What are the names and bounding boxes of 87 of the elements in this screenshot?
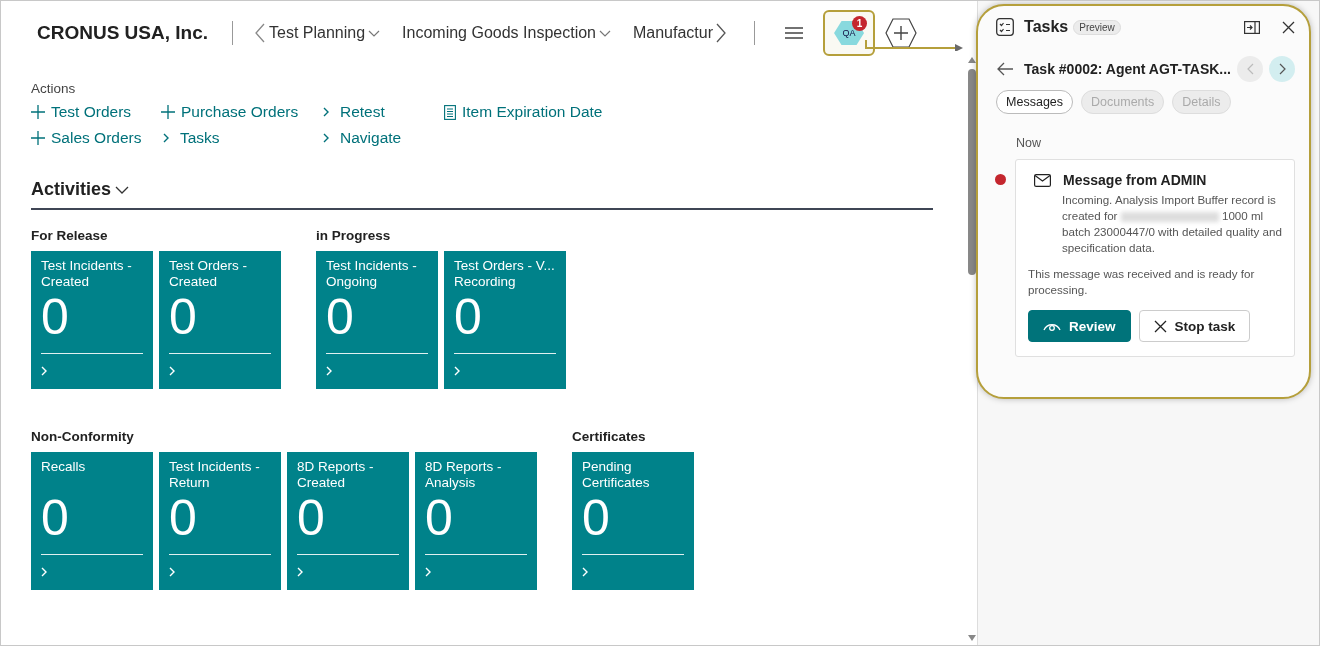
chevron-right-icon (326, 366, 333, 376)
chevron-right-icon (41, 567, 48, 577)
group-title: Certificates (572, 429, 647, 444)
tile-label: Test Incidents - Created (41, 258, 133, 290)
group-title: For Release (31, 228, 109, 243)
chevron-right-icon (1278, 63, 1286, 75)
action-link[interactable]: Sales Orders (31, 129, 161, 147)
cue-tile[interactable]: Test Incidents - Created 0 (31, 251, 153, 389)
tile-value: 0 (326, 290, 355, 344)
status-text: This message was received and is ready for processing. (1028, 266, 1256, 298)
review-button[interactable]: Review (1028, 310, 1131, 342)
chevron-left-icon (1246, 63, 1254, 75)
tile-label: Recalls (41, 459, 87, 476)
action-link[interactable]: Item Expiration Date (444, 103, 933, 121)
section-label: Actions (31, 81, 77, 96)
timestamp: Now (1016, 136, 1043, 150)
cue-tile[interactable]: Test Incidents - Return 0 (159, 452, 281, 590)
group-title: Non-Conformity (31, 429, 135, 444)
add-agent-button[interactable] (885, 18, 918, 48)
plus-icon (885, 18, 918, 48)
tile-value: 0 (41, 491, 70, 545)
close-icon (1153, 319, 1167, 333)
nav-menu-item[interactable]: Test Planning (269, 24, 381, 42)
chevron-right-icon (163, 133, 170, 143)
scroll-left-icon[interactable] (255, 23, 266, 43)
cue-tile[interactable]: 8D Reports - Created 0 (287, 452, 409, 590)
cue-tile[interactable]: Pending Certificates 0 (572, 452, 694, 590)
back-icon[interactable] (996, 62, 1015, 76)
chevron-right-icon (323, 107, 330, 117)
dock-icon[interactable] (1244, 20, 1260, 34)
tile-value: 0 (425, 491, 454, 545)
company-name[interactable]: CRONUS USA, Inc. (37, 22, 209, 44)
document-icon (444, 104, 456, 120)
tile-label: Test Incidents - Ongoing (326, 258, 418, 290)
checklist-icon (996, 18, 1015, 36)
cue-tile[interactable]: Test Incidents - Ongoing 0 (316, 251, 438, 389)
action-link[interactable]: Purchase Orders (161, 103, 321, 121)
message-title: Message from ADMIN (1063, 172, 1207, 188)
action-link[interactable]: Test Orders (31, 103, 161, 121)
stop-task-button[interactable]: Stop task (1138, 310, 1251, 342)
tile-label: 8D Reports - Created (297, 459, 375, 491)
chevron-right-icon (454, 366, 461, 376)
task-title: Task #0002: Agent AGT-TASK... (1024, 61, 1231, 77)
tile-label: Test Orders - Created (169, 258, 248, 290)
nav-menu-item[interactable]: Incoming Goods Inspection (402, 24, 611, 42)
tile-value: 0 (297, 491, 326, 545)
chevron-right-icon (297, 567, 304, 577)
tile-value: 0 (582, 491, 611, 545)
tile-label: Pending Certificates (582, 459, 651, 491)
message-body: Incoming. Analysis Import Buffer record is created for 1000 ml batch 23000447/0 with detailed quality and specification data. (1062, 192, 1282, 256)
menu-icon[interactable] (785, 27, 804, 39)
chevron-right-icon (582, 567, 589, 577)
tile-value: 0 (41, 290, 70, 344)
group-title: in Progress (316, 228, 392, 243)
close-icon[interactable] (1282, 20, 1295, 34)
agent-button[interactable]: QA 1 (823, 10, 876, 56)
cue-tile[interactable]: Recalls 0 (31, 452, 153, 590)
action-link[interactable]: Navigate (321, 129, 444, 147)
chevron-right-icon (169, 366, 176, 376)
scroll-right-icon[interactable] (716, 23, 727, 43)
envelope-icon (1034, 173, 1052, 187)
chevron-down-icon (115, 186, 130, 195)
tile-value: 0 (169, 290, 198, 344)
nav-menu-item[interactable]: Manufactur (633, 24, 714, 42)
tile-label: 8D Reports - Analysis (425, 459, 503, 491)
tile-label: Test Orders - V... Recording (454, 258, 556, 290)
eye-icon (1043, 321, 1062, 331)
plus-icon (161, 105, 175, 119)
plus-icon (31, 105, 45, 119)
tile-value: 0 (169, 491, 198, 545)
action-link[interactable]: Retest (321, 103, 444, 121)
pane-title: Tasks (1024, 18, 1069, 36)
action-link[interactable]: Tasks (161, 129, 321, 147)
chevron-right-icon (41, 366, 48, 376)
cue-tile[interactable]: Test Orders - Created 0 (159, 251, 281, 389)
activities-heading[interactable]: Activities (31, 179, 130, 200)
chevron-right-icon (425, 567, 432, 577)
notification-count: 1 (852, 16, 868, 31)
tile-label: Test Incidents - Return (169, 459, 261, 491)
plus-icon (31, 131, 45, 145)
tile-value: 0 (454, 290, 483, 344)
cue-tile[interactable]: 8D Reports - Analysis 0 (415, 452, 537, 590)
pane-tab[interactable]: Messages (996, 90, 1074, 114)
preview-badge: Preview (1073, 19, 1121, 35)
cue-tile[interactable]: Test Orders - V... Recording 0 (444, 251, 566, 389)
chevron-right-icon (323, 133, 330, 143)
chevron-right-icon (169, 567, 176, 577)
